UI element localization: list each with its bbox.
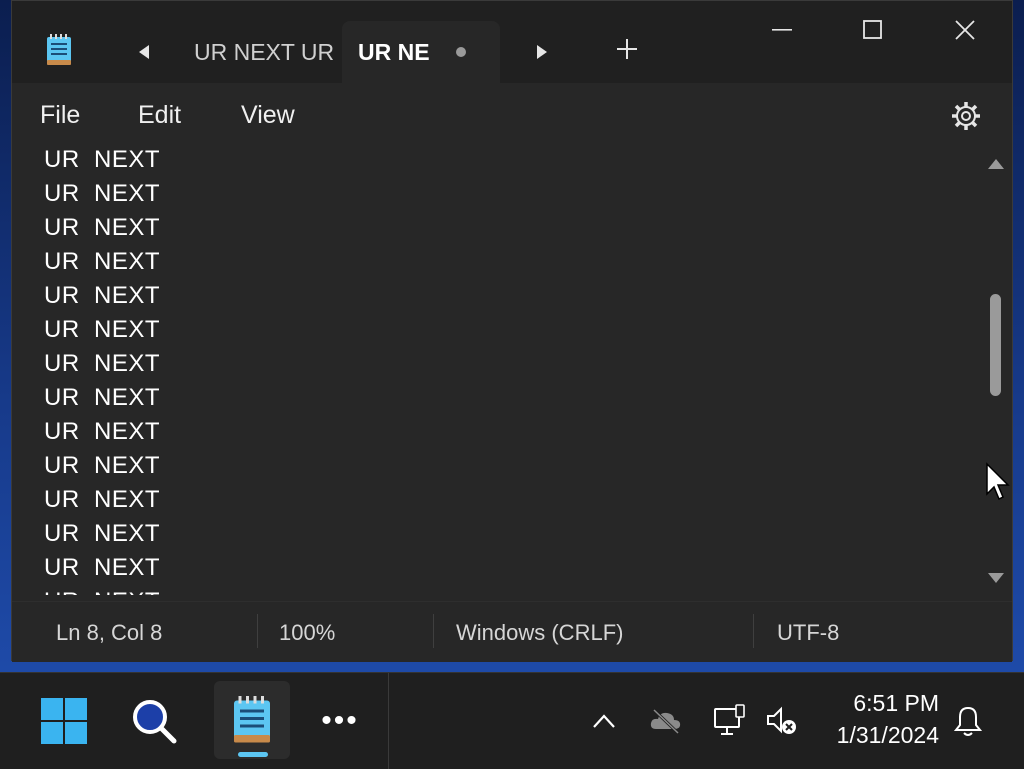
menu-bar: File Edit View <box>12 83 1012 147</box>
close-icon <box>955 20 975 40</box>
editor-line: UR NEXT <box>44 585 160 595</box>
line-ending[interactable]: Windows (CRLF) <box>456 620 623 646</box>
editor-line: UR NEXT <box>44 418 161 445</box>
bell-icon <box>953 706 983 736</box>
search-button[interactable] <box>118 687 190 755</box>
editor-line: UR NEXT <box>44 452 161 479</box>
title-bar: UR NEXT UR UR NE <box>12 1 1012 83</box>
scroll-thumb[interactable] <box>990 294 1001 396</box>
menu-view[interactable]: View <box>241 101 295 130</box>
cursor-position: Ln 8, Col 8 <box>56 620 163 645</box>
network-icon[interactable] <box>712 703 748 739</box>
editor-line: UR NEXT <box>44 180 161 207</box>
caret-left-icon <box>139 45 149 59</box>
clock-date: 1/31/2024 <box>836 722 939 748</box>
clock[interactable]: 6:51 PM 1/31/2024 <box>815 687 939 751</box>
editor-text: UR NEXT UR NEXT UR NEXT UR NEXT UR NEXT UR NE… <box>44 147 160 595</box>
close-button[interactable] <box>942 11 988 49</box>
tab-label: UR NE <box>358 38 430 65</box>
notepad-icon <box>234 696 270 743</box>
editor-line: UR NEXT <box>44 316 161 343</box>
minimize-button[interactable] <box>759 11 805 49</box>
notepad-app-icon <box>47 34 71 65</box>
editor-line: UR NEXT <box>44 282 161 309</box>
menu-edit[interactable]: Edit <box>138 101 181 130</box>
notepad-window: UR NEXT UR UR NE File Edit View UR NEXT … <box>11 0 1013 662</box>
plus-icon <box>617 39 637 59</box>
running-indicator <box>238 752 268 757</box>
tab-ur-next-ur[interactable]: UR NEXT UR <box>194 21 342 83</box>
maximize-button[interactable] <box>850 11 896 49</box>
tab-label: UR NEXT UR <box>194 38 335 65</box>
scroll-up-icon[interactable] <box>988 159 1004 169</box>
mouse-pointer-icon <box>986 462 1010 501</box>
volume-icon[interactable] <box>764 703 800 739</box>
ethernet-disconnected-icon <box>714 704 745 735</box>
onedrive-icon[interactable] <box>648 703 684 739</box>
minimize-icon <box>772 29 792 31</box>
show-hidden-icons-button[interactable] <box>586 703 622 739</box>
more-apps-button[interactable]: ••• <box>304 687 376 755</box>
notifications-button[interactable] <box>950 703 986 739</box>
divider <box>433 614 434 648</box>
start-button[interactable] <box>28 687 100 755</box>
search-icon <box>133 700 177 744</box>
scroll-tabs-left-button[interactable] <box>134 39 154 65</box>
divider <box>753 614 754 648</box>
editor-line: UR NEXT <box>44 350 161 377</box>
scroll-down-icon[interactable] <box>988 573 1004 583</box>
settings-gear-icon[interactable] <box>950 100 982 132</box>
divider <box>257 614 258 648</box>
status-bar: Ln 8, Col 8 100% Windows (CRLF) UTF-8 <box>12 601 1012 662</box>
menu-file[interactable]: File <box>40 101 80 130</box>
clock-time: 6:51 PM <box>853 690 939 716</box>
editor-line: UR NEXT <box>44 384 161 411</box>
text-editor[interactable]: UR NEXT UR NEXT UR NEXT UR NEXT UR NEXT UR NE… <box>12 147 984 595</box>
new-tab-button[interactable] <box>614 37 640 63</box>
volume-muted-icon <box>767 706 796 734</box>
editor-line: UR NEXT <box>44 214 161 241</box>
maximize-icon <box>863 20 882 39</box>
vertical-scrollbar[interactable] <box>984 147 1006 595</box>
editor-line: UR NEXT <box>44 486 161 513</box>
unsaved-dot-icon <box>456 47 466 57</box>
taskbar-notepad-button[interactable] <box>214 681 290 759</box>
editor-line: UR NEXT <box>44 248 161 275</box>
cloud-offline-icon <box>650 708 681 735</box>
windows-logo-icon <box>41 698 87 744</box>
taskbar: ••• 6:51 PM 1/31/2024 <box>0 672 1024 769</box>
scroll-tabs-right-button[interactable] <box>532 39 552 65</box>
editor-line: UR NEXT <box>44 554 161 581</box>
zoom-level[interactable]: 100% <box>279 620 335 646</box>
chevron-up-icon <box>593 714 615 728</box>
encoding[interactable]: UTF-8 <box>777 620 839 646</box>
divider <box>388 673 389 769</box>
caret-right-icon <box>537 45 547 59</box>
editor-line: UR NEXT <box>44 520 161 547</box>
tab-ur-ne[interactable]: UR NE <box>342 21 500 83</box>
editor-line: UR NEXT <box>44 147 161 173</box>
